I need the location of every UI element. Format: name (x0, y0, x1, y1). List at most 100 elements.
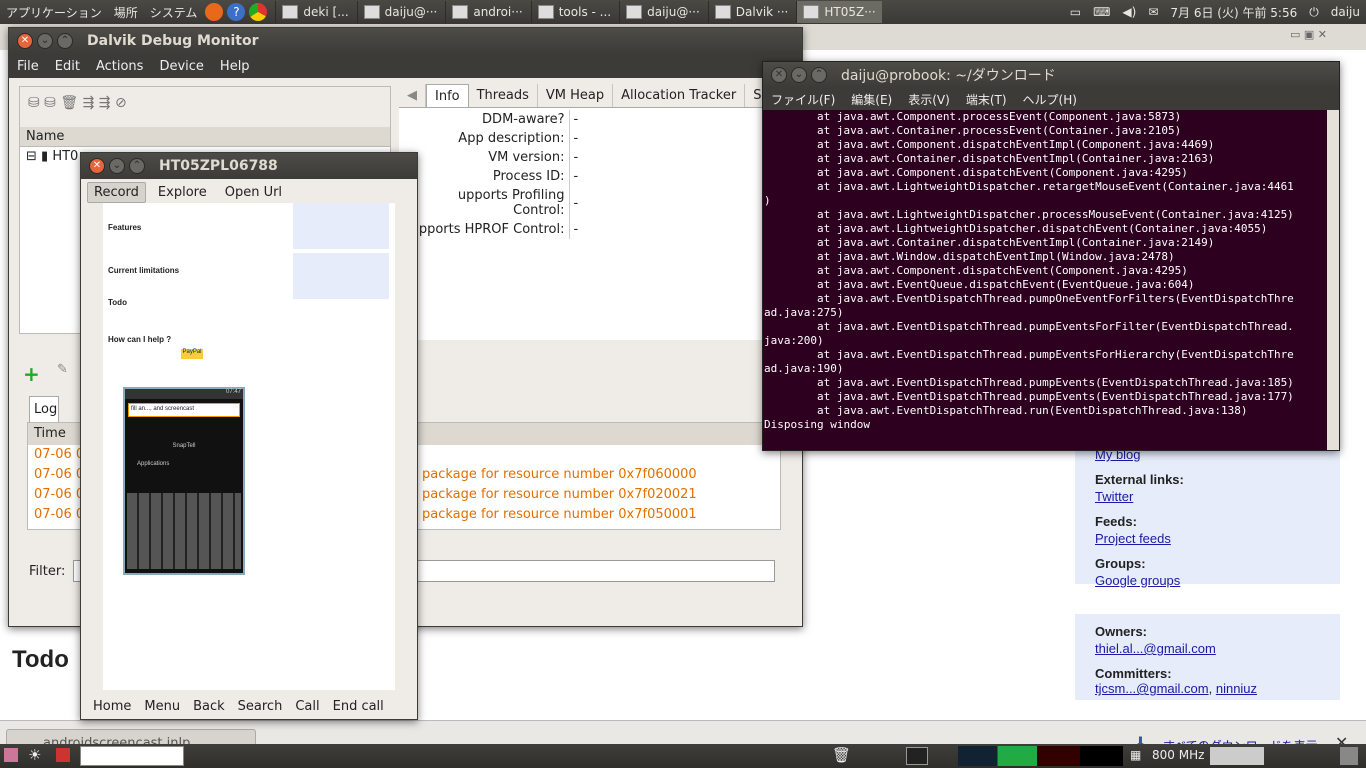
committer-link-2[interactable]: ninniuz (1216, 681, 1257, 696)
menu-item[interactable]: 表示(V) (900, 91, 958, 108)
cpu-frequency[interactable]: 800 MHz (1152, 748, 1204, 762)
device-col-name[interactable]: Name (20, 127, 390, 147)
site-section-2: Current limitations (108, 266, 180, 275)
terminal-output[interactable]: at java.awt.Component.processEvent(Compo… (763, 110, 1325, 452)
brightness-icon[interactable]: ☀ (28, 746, 41, 764)
power-icon[interactable]: ⏻ (1303, 5, 1325, 20)
ddms-title: Dalvik Debug Monitor (87, 33, 259, 49)
device-tab[interactable]: Record (87, 181, 146, 203)
tab[interactable]: Threads (469, 84, 538, 107)
edit-icon[interactable]: ✎ (57, 362, 77, 382)
close-icon[interactable]: ✕ (771, 67, 787, 83)
task-button[interactable]: daiju@··· (356, 1, 444, 23)
menu-item[interactable]: ファイル(F) (763, 91, 843, 108)
log-message: package for resource number 0x7f060000 (422, 467, 697, 482)
device-button[interactable]: Home (93, 699, 131, 714)
info-value: - (568, 148, 583, 167)
side-link[interactable]: Project feeds (1095, 531, 1320, 546)
task-label: androi··· (473, 5, 523, 19)
terminal-scrollbar[interactable] (1327, 110, 1339, 450)
mail-icon[interactable]: ✉ (1142, 5, 1164, 19)
device-tab[interactable]: Explore (152, 183, 213, 202)
minimize-icon[interactable]: ⌄ (109, 158, 125, 174)
device-button[interactable]: Call (295, 699, 319, 714)
site-sidebar-2 (293, 253, 389, 299)
top-panel: アプリケーション 場所 システム ? deki [... daiju@··· and… (0, 0, 1366, 24)
phone-search[interactable]: fill an..., and screencast (128, 403, 240, 417)
owner-link[interactable]: thiel.al...@gmail.com (1095, 641, 1320, 656)
task-icon (537, 5, 554, 19)
task-button[interactable]: androi··· (445, 1, 528, 23)
task-label: HT05Z··· (824, 5, 876, 19)
device-tabs: Record Explore Open Url (81, 179, 417, 205)
panel-search-input[interactable] (80, 746, 184, 766)
volume-icon[interactable]: ◀) (1116, 5, 1142, 19)
task-label: daiju@··· (384, 5, 438, 19)
menu-system[interactable]: システム (144, 4, 204, 21)
trash-applet-icon[interactable] (1340, 747, 1358, 765)
close-icon[interactable]: ✕ (17, 33, 33, 49)
menu-item[interactable]: File (9, 59, 47, 74)
chrome-icon[interactable] (249, 3, 268, 21)
maximize-icon[interactable]: ⌃ (129, 158, 145, 174)
tab[interactable]: Info (426, 84, 469, 107)
device-button[interactable]: Menu (144, 699, 180, 714)
ddms-titlebar[interactable]: ✕ ⌄ ⌃ Dalvik Debug Monitor (9, 28, 802, 54)
device-button[interactable]: Back (193, 699, 225, 714)
info-row: upports HPROF Control: - (399, 220, 583, 239)
side-link[interactable]: Google groups (1095, 573, 1320, 588)
device-tab[interactable]: Open Url (219, 183, 288, 202)
system-monitor[interactable] (958, 746, 1123, 766)
phone-keyboard[interactable] (127, 493, 241, 569)
task-button[interactable]: HT05Z··· (796, 1, 882, 23)
menu-places[interactable]: 場所 (108, 4, 144, 21)
user-name[interactable]: daiju (1325, 5, 1366, 19)
tab-scroll-left-icon[interactable]: ◀ (399, 84, 426, 107)
firefox-icon[interactable] (205, 3, 224, 21)
menu-item[interactable]: Device (151, 59, 211, 74)
device-button[interactable]: Search (238, 699, 283, 714)
menu-item[interactable]: Actions (88, 59, 152, 74)
device-titlebar[interactable]: ✕ ⌄ ⌃ HT05ZPL06788 (81, 153, 417, 179)
add-icon[interactable]: + (23, 362, 43, 386)
keyboard-icon[interactable]: ⌨ (1087, 5, 1116, 19)
task-button[interactable]: Dalvik ··· (707, 1, 795, 23)
trash-icon[interactable]: 🗑 (832, 746, 851, 764)
device-screen[interactable]: Features Current limitations Todo How ca… (103, 203, 395, 690)
side-link[interactable]: Twitter (1095, 489, 1320, 504)
tab[interactable]: VM Heap (538, 84, 614, 107)
minimize-icon[interactable]: ⌄ (791, 67, 807, 83)
menu-item[interactable]: 編集(E) (843, 91, 900, 108)
info-row: DDM-aware? - (399, 110, 583, 129)
workspace-switcher[interactable] (1210, 747, 1264, 765)
terminal-titlebar[interactable]: ✕ ⌄ ⌃ daiju@probook: ~/ダウンロード (763, 62, 1339, 88)
maximize-icon[interactable]: ⌃ (811, 67, 827, 83)
clock[interactable]: 7月 6日 (火) 午前 5:56 (1164, 4, 1303, 21)
tab-log[interactable]: Log (29, 396, 59, 422)
help-icon[interactable]: ? (227, 3, 246, 21)
dictionary-icon[interactable] (56, 748, 70, 762)
menu-item[interactable]: Help (212, 59, 258, 74)
terminal-launcher-icon[interactable] (906, 747, 928, 765)
terminal-menubar: ファイル(F) 編集(E) 表示(V) 端末(T) ヘルプ(H) (763, 88, 1339, 110)
device-button[interactable]: End call (333, 699, 384, 714)
menu-item[interactable]: Edit (47, 59, 88, 74)
browser-window-controls[interactable]: ▭ ▣ ✕ (1290, 28, 1360, 44)
menu-applications[interactable]: アプリケーション (0, 4, 108, 21)
committer-link-1[interactable]: tjcsm...@gmail.com (1095, 681, 1209, 696)
show-desktop-icon[interactable] (4, 748, 18, 762)
log-message: package for resource number 0x7f020021 (422, 487, 697, 502)
task-button[interactable]: deki [... (275, 1, 354, 23)
task-button[interactable]: daiju@··· (619, 1, 706, 23)
task-button[interactable]: tools - ... (530, 1, 617, 23)
tab[interactable]: Allocation Tracker (613, 84, 746, 107)
network-icon[interactable]: ▭ (1064, 5, 1087, 19)
menu-item[interactable]: 端末(T) (958, 91, 1015, 108)
task-icon (626, 5, 643, 19)
minimize-icon[interactable]: ⌄ (37, 33, 53, 49)
close-icon[interactable]: ✕ (89, 158, 105, 174)
phone-applications[interactable]: Applications (137, 461, 243, 467)
maximize-icon[interactable]: ⌃ (57, 33, 73, 49)
menu-item[interactable]: ヘルプ(H) (1015, 91, 1085, 108)
paypal-button[interactable]: PayPal (181, 349, 203, 359)
